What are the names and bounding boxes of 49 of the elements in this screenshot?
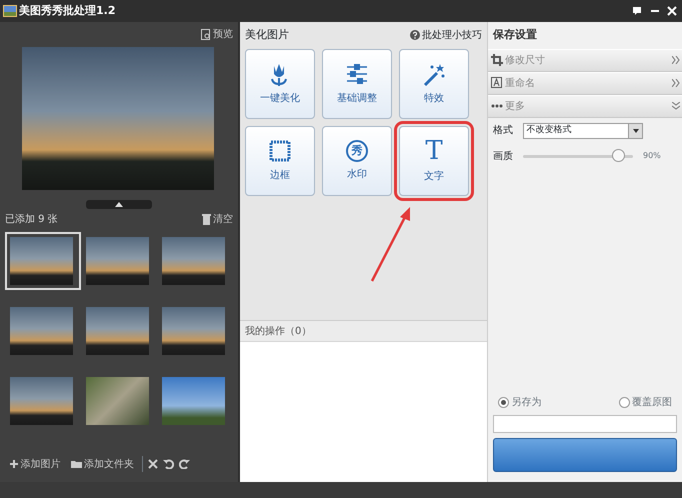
radio-button[interactable] xyxy=(618,397,630,408)
format-dropdown[interactable]: 不改变格式 xyxy=(523,122,643,138)
dropdown-arrow-icon xyxy=(632,128,638,132)
help-icon xyxy=(410,30,420,40)
collapse-handle[interactable] xyxy=(86,200,152,209)
slider-value: 90% xyxy=(643,150,661,162)
tool-button[interactable]: 特效 xyxy=(399,48,469,118)
field-label: 格式 xyxy=(493,124,513,138)
section-title: 美化图片 xyxy=(245,27,289,43)
preview-icon xyxy=(200,29,210,40)
trash-icon xyxy=(202,214,210,224)
field-label: 画质 xyxy=(493,150,513,164)
plus-icon xyxy=(10,460,18,468)
path-field[interactable] xyxy=(493,415,677,433)
thumbnail[interactable] xyxy=(5,232,81,290)
rename-icon xyxy=(490,77,502,89)
tool-button[interactable]: 秀 水印 xyxy=(322,126,392,196)
start-button[interactable] xyxy=(493,438,677,472)
app-logo-icon xyxy=(2,5,16,17)
accordion-header[interactable]: 更多 xyxy=(488,94,682,118)
preview-link[interactable]: 预览 xyxy=(213,27,233,42)
radio-label: 覆盖原图 xyxy=(632,396,672,410)
wand-icon xyxy=(422,62,446,86)
tool-button[interactable]: 边框 xyxy=(245,126,315,196)
add-images-button[interactable]: 添加图片 xyxy=(20,456,60,472)
tips-link[interactable]: 批处理小技巧 xyxy=(422,28,482,43)
rotate-right-icon[interactable] xyxy=(178,459,190,469)
close-icon[interactable] xyxy=(667,6,677,16)
radio-button[interactable] xyxy=(498,397,509,408)
delete-icon[interactable] xyxy=(148,459,158,469)
add-folder-button[interactable]: 添加文件夹 xyxy=(84,456,134,472)
panel-title: 保存设置 xyxy=(492,27,538,43)
slider-thumb[interactable] xyxy=(612,148,625,162)
window-title: 美图秀秀批处理1.2 xyxy=(19,2,116,19)
clear-button[interactable]: 清空 xyxy=(213,212,233,226)
sliders-icon xyxy=(345,62,369,86)
rotate-left-icon[interactable] xyxy=(162,459,174,469)
crop-icon xyxy=(490,54,502,66)
image-count: 已添加 9 张 xyxy=(5,212,58,226)
tool-button[interactable]: 一键美化 xyxy=(245,48,315,118)
operations-title: 我的操作（0） xyxy=(240,320,487,342)
radio-label: 另存为 xyxy=(512,396,542,410)
frame-icon xyxy=(268,138,292,162)
accordion-header[interactable]: 修改尺寸 xyxy=(488,48,682,72)
folder-icon xyxy=(70,460,82,468)
letter-icon: T xyxy=(425,138,443,164)
seal-icon: 秀 xyxy=(346,140,368,162)
tool-button[interactable]: 基础调整 xyxy=(322,48,392,118)
chat-icon[interactable] xyxy=(632,6,642,16)
